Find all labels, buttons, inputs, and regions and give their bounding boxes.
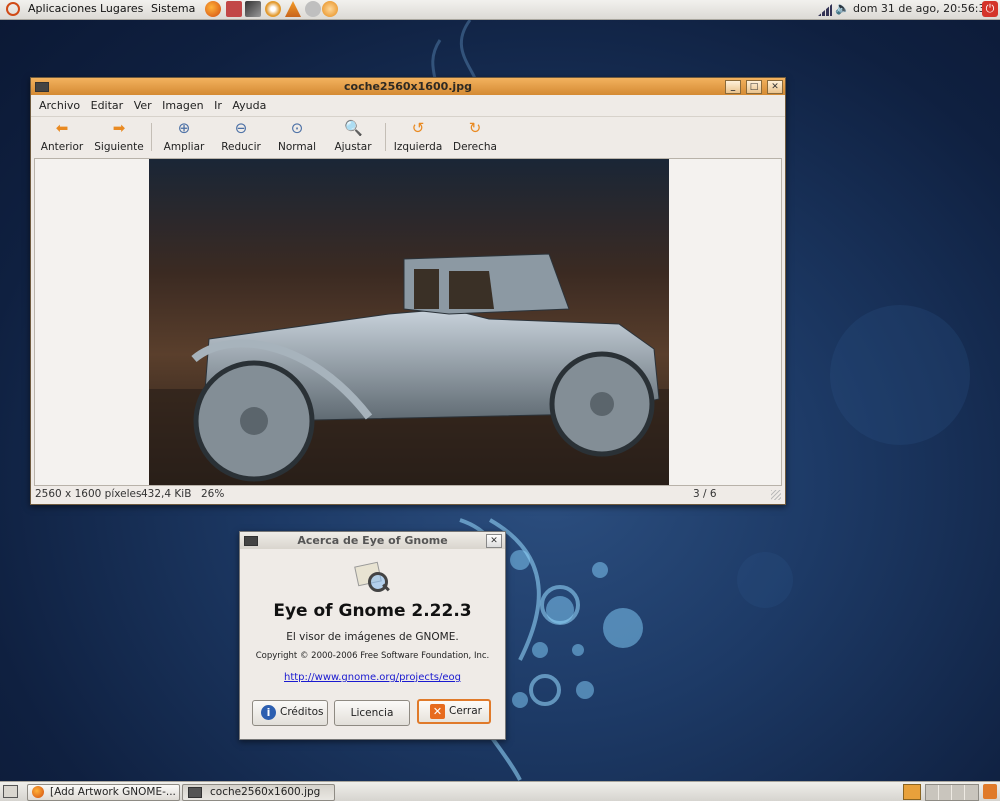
car-photo (149, 159, 669, 485)
firefox-task-icon (32, 786, 44, 798)
about-close-icon[interactable]: ✕ (486, 534, 502, 548)
menu-sistema[interactable]: Sistema (151, 2, 195, 15)
normal-label: Normal (278, 141, 316, 153)
menu-aplicaciones[interactable]: Aplicaciones (28, 2, 97, 15)
rotate-right-icon: ↻ (468, 119, 482, 137)
toolbar-separator (385, 123, 386, 151)
zoom-fit-icon: 🔍 (344, 119, 363, 137)
siguiente-button[interactable]: ➡ Siguiente (91, 119, 147, 153)
anterior-label: Anterior (40, 141, 84, 153)
maximize-button[interactable]: □ (746, 80, 762, 94)
info-icon: i (261, 705, 276, 720)
status-zoom: 26% (201, 488, 225, 500)
menu-ver[interactable]: Ver (134, 99, 152, 112)
about-app-name: Eye of Gnome 2.22.3 (273, 601, 472, 621)
izquierda-label: Izquierda (393, 141, 443, 153)
image-canvas[interactable] (34, 158, 782, 486)
ajustar-label: Ajustar (334, 141, 372, 153)
izquierda-button[interactable]: ↺ Izquierda (390, 119, 446, 153)
applet-icon[interactable] (903, 784, 921, 800)
power-icon[interactable]: ⏻ (982, 1, 998, 17)
about-titlebar[interactable]: Acerca de Eye of Gnome ✕ (240, 532, 505, 549)
toolbar-separator (151, 123, 152, 151)
viewer-title: coche2560x1600.jpg (344, 80, 472, 93)
viewer-titlebar[interactable]: coche2560x1600.jpg _ □ ✕ (31, 78, 785, 95)
reducir-label: Reducir (221, 141, 261, 153)
rotate-left-icon: ↺ (411, 119, 425, 137)
menu-imagen[interactable]: Imagen (162, 99, 203, 112)
close-x-icon: ✕ (430, 704, 445, 719)
about-copyright: Copyright © 2000-2006 Free Software Foun… (255, 651, 490, 661)
close-label: Cerrar (449, 705, 482, 717)
image-viewer-window: coche2560x1600.jpg _ □ ✕ Archivo Editar … (30, 77, 786, 505)
about-dialog: Acerca de Eye of Gnome ✕ Eye of Gnome 2.… (239, 531, 506, 740)
orange-launcher-icon[interactable] (322, 1, 338, 17)
firefox-launcher-icon[interactable] (205, 1, 221, 17)
menu-lugares[interactable]: Lugares (100, 2, 143, 15)
task-viewer-label: coche2560x1600.jpg (210, 786, 321, 798)
license-button[interactable]: Licencia (334, 700, 410, 726)
eog-logo-icon (354, 561, 390, 592)
close-button[interactable]: ✕ Cerrar (417, 699, 491, 724)
volume-icon[interactable]: 🔈 (835, 1, 850, 15)
viewer-statusbar: 2560 x 1600 píxeles 432,4 KiB 26% 3 / 6 (31, 487, 785, 503)
reducir-button[interactable]: ⊖ Reducir (213, 119, 269, 153)
window-task-icon (188, 786, 202, 798)
ubuntu-logo-icon[interactable] (6, 2, 20, 16)
zoom-in-icon: ⊕ (177, 119, 191, 137)
menu-ayuda[interactable]: Ayuda (232, 99, 266, 112)
license-label: Licencia (350, 707, 394, 719)
about-title: Acerca de Eye of Gnome (297, 534, 448, 547)
window-menu-icon[interactable] (35, 82, 49, 92)
star-launcher-icon[interactable] (265, 1, 281, 17)
about-description: El visor de imágenes de GNOME. (286, 631, 459, 643)
vlc-launcher-icon[interactable] (285, 1, 301, 17)
minimize-button[interactable]: _ (725, 80, 741, 94)
zoom-normal-icon: ⊙ (290, 119, 304, 137)
arrow-right-icon: ➡ (112, 119, 126, 137)
siguiente-label: Siguiente (94, 141, 144, 153)
zoom-out-icon: ⊖ (234, 119, 248, 137)
task-add-artwork-label: [Add Artwork GNOME-... (50, 786, 176, 798)
derecha-button[interactable]: ↻ Derecha (447, 119, 503, 153)
menu-ir[interactable]: Ir (214, 99, 222, 112)
signal-icon[interactable] (818, 4, 832, 16)
clock[interactable]: dom 31 de ago, 20:56:37 (853, 2, 993, 15)
menu-editar[interactable]: Editar (91, 99, 124, 112)
viewer-toolbar: ⬅ Anterior ➡ Siguiente ⊕ Ampliar ⊖ Reduc… (31, 116, 785, 157)
workspace-switcher[interactable] (925, 784, 979, 801)
credits-button[interactable]: i Créditos (252, 700, 328, 726)
ajustar-button[interactable]: 🔍 Ajustar (325, 119, 381, 153)
normal-button[interactable]: ⊙ Normal (269, 119, 325, 153)
arrow-left-icon: ⬅ (55, 119, 69, 137)
ampliar-label: Ampliar (163, 141, 205, 153)
status-position: 3 / 6 (693, 488, 717, 500)
top-panel: Aplicaciones Lugares Sistema 🔈 dom 31 de… (0, 0, 1000, 20)
status-size: 432,4 KiB (141, 488, 192, 500)
anterior-button[interactable]: ⬅ Anterior (34, 119, 90, 153)
window-menu-icon[interactable] (244, 536, 258, 546)
network-launcher-icon[interactable] (245, 1, 261, 17)
ampliar-button[interactable]: ⊕ Ampliar (156, 119, 212, 153)
credits-label: Créditos (280, 706, 324, 718)
resize-grip-icon[interactable] (771, 490, 781, 500)
show-desktop-icon[interactable] (3, 785, 18, 798)
viewer-menubar: Archivo Editar Ver Imagen Ir Ayuda (39, 99, 273, 112)
close-window-button[interactable]: ✕ (767, 80, 783, 94)
trash-icon[interactable] (983, 784, 997, 799)
status-dimensions: 2560 x 1600 píxeles (35, 488, 142, 500)
image-launcher-icon[interactable] (226, 1, 242, 17)
derecha-label: Derecha (453, 141, 497, 153)
task-viewer[interactable]: coche2560x1600.jpg (182, 784, 335, 801)
task-add-artwork[interactable]: [Add Artwork GNOME-... (27, 784, 180, 801)
about-link[interactable]: http://www.gnome.org/projects/eog (240, 672, 505, 683)
gimp-launcher-icon[interactable] (305, 1, 321, 17)
bottom-panel: [Add Artwork GNOME-... coche2560x1600.jp… (0, 781, 1000, 801)
menu-archivo[interactable]: Archivo (39, 99, 80, 112)
